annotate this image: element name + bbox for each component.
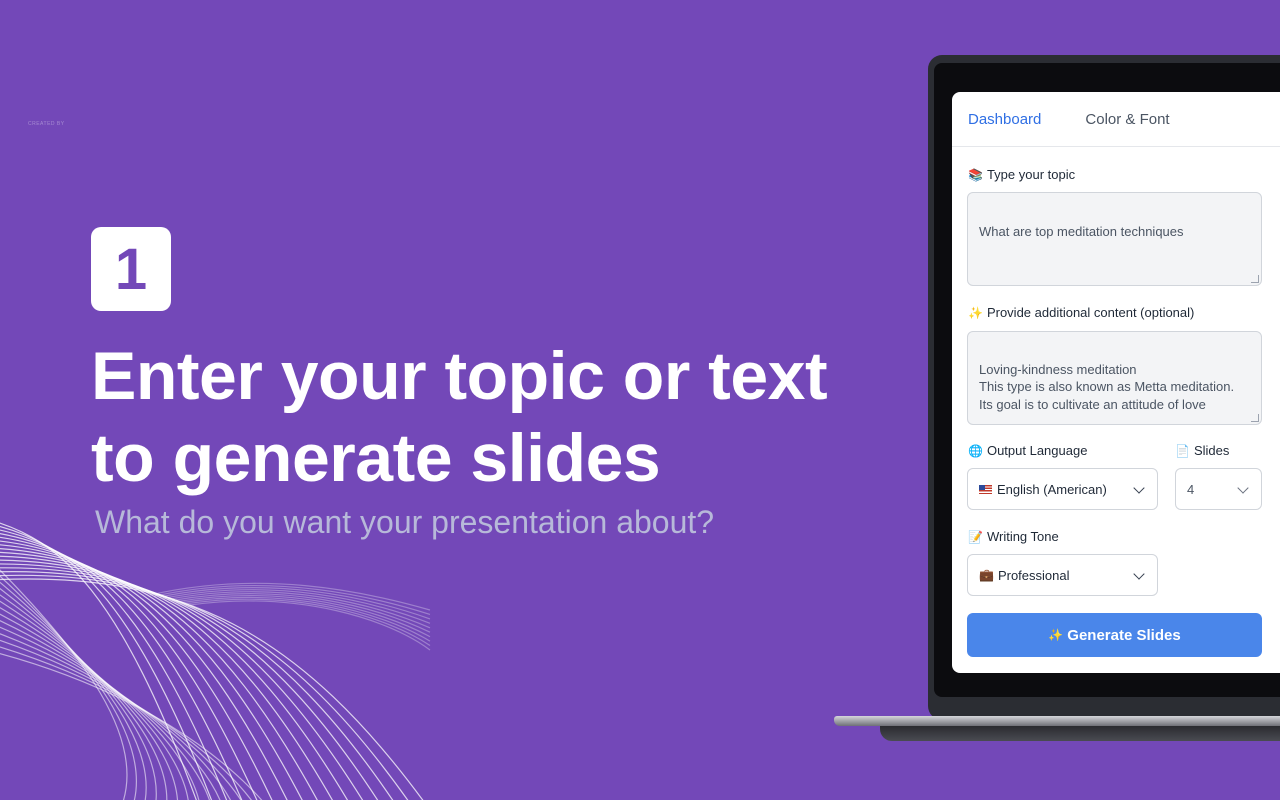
wave-line [0, 581, 147, 800]
sparkles-icon: ✨ [1048, 628, 1064, 642]
writing-tone-value: Professional [997, 567, 1070, 583]
memo-icon: 📝 [968, 529, 983, 544]
step-number-badge: 1 [91, 227, 171, 311]
wave-line [0, 646, 252, 800]
output-language-label: 🌐 Output Language [968, 443, 1087, 458]
topic-label: 📚 Type your topic [968, 167, 1075, 182]
wave-line [0, 639, 242, 800]
briefcase-icon: 💼 [979, 568, 994, 582]
wave-line [0, 544, 288, 800]
chevron-down-icon [1133, 482, 1145, 494]
topic-textarea[interactable]: What are top meditation techniques [967, 192, 1262, 286]
wave-line [0, 626, 221, 800]
chevron-down-icon [1133, 568, 1145, 580]
slides-count-select[interactable]: 4 [1175, 468, 1262, 510]
globe-icon: 🌐 [968, 443, 983, 458]
resize-grip-icon[interactable] [1251, 275, 1259, 283]
books-icon: 📚 [968, 167, 983, 182]
wave-line [0, 600, 179, 800]
wave-line [185, 598, 431, 647]
additional-content-value: Loving-kindness meditation This type is … [979, 361, 1235, 412]
laptop-base [834, 716, 1280, 726]
laptop-foot [880, 726, 1280, 741]
chevron-down-icon [1237, 482, 1249, 494]
page-icon: 📄 [1175, 443, 1190, 458]
wave-line [0, 607, 189, 800]
sparkles-icon: ✨ [968, 305, 983, 320]
slides-count-value: 4 [1187, 481, 1195, 497]
writing-tone-label-text: Writing Tone [986, 529, 1059, 544]
wave-line [0, 594, 168, 800]
subheadline: What do you want your presentation about… [95, 504, 715, 540]
writing-tone-select[interactable]: 💼 Professional [967, 554, 1158, 596]
wave-line [0, 653, 263, 800]
wave-line [189, 600, 431, 651]
topic-label-text: Type your topic [986, 167, 1076, 182]
wave-line [0, 620, 211, 800]
generate-slides-label: Generate Slides [1067, 626, 1181, 644]
tab-bar: Dashboard Color & Font [952, 92, 1280, 147]
language-select-value: English (American) [997, 481, 1107, 497]
wave-line [0, 551, 318, 800]
additional-content-textarea[interactable]: Loving-kindness meditation This type is … [967, 331, 1262, 425]
writing-tone-label: 📝 Writing Tone [968, 529, 1059, 544]
language-select[interactable]: English (American) [967, 468, 1158, 510]
wave-line [0, 563, 364, 800]
additional-content-label: ✨ Provide additional content (optional) [968, 305, 1194, 320]
resize-grip-icon[interactable] [1251, 414, 1259, 422]
headline: Enter your topic or text to generate sli… [91, 338, 828, 496]
topic-textarea-value: What are top meditation techniques [979, 223, 1184, 239]
slides-label-text: Slides [1193, 443, 1230, 458]
tab-dashboard[interactable]: Dashboard [968, 111, 1041, 128]
extension-panel: Dashboard Color & Font 📚 Type your topic… [952, 92, 1280, 673]
step-number: 1 [114, 236, 148, 302]
wave-line [0, 569, 128, 800]
additional-content-label-text: Provide additional content (optional) [986, 305, 1195, 320]
output-language-label-text: Output Language [986, 443, 1088, 458]
us-flag-icon [979, 484, 992, 494]
generate-slides-button[interactable]: ✨ Generate Slides [967, 613, 1262, 657]
wave-line [0, 587, 157, 800]
decorative-wave-lines [0, 522, 431, 800]
tab-color-font[interactable]: Color & Font [1085, 111, 1169, 128]
slides-label: 📄 Slides [1175, 443, 1229, 458]
created-by-label: CREATED BY [28, 121, 65, 127]
